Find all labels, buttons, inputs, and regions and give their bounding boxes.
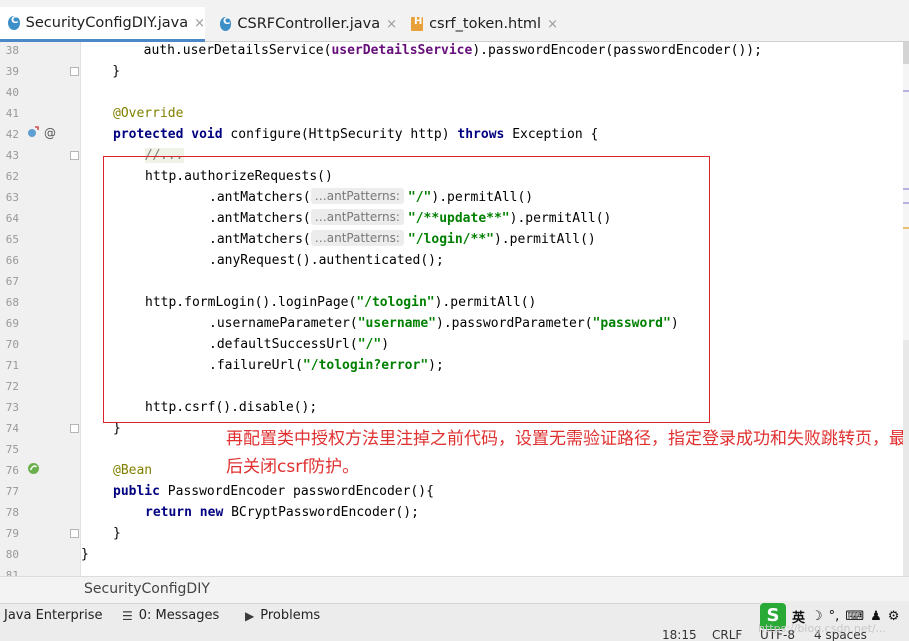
code-line-41: @Override — [113, 106, 184, 121]
line-number: 75 — [5, 443, 19, 456]
editor-tab-bar: SecurityConfigDIY.java × CSRFController.… — [0, 0, 909, 42]
line-number: 80 — [5, 548, 19, 561]
java-class-icon — [220, 16, 232, 31]
line-number: 38 — [5, 44, 19, 57]
tool-window-label: Java Enterprise — [4, 608, 103, 623]
code-line-43-folded[interactable]: //... — [145, 145, 185, 166]
code-line-39: } — [81, 64, 121, 79]
line-number: 39 — [5, 65, 19, 78]
close-tab-icon[interactable]: × — [386, 17, 397, 32]
code-line-76: @Bean — [113, 463, 153, 478]
scroll-thumb[interactable] — [903, 42, 909, 64]
line-number: 65 — [5, 233, 19, 246]
tool-window-java-enterprise[interactable]: Java Enterprise — [4, 608, 102, 623]
scroll-track[interactable] — [903, 340, 909, 576]
tool-window-problems[interactable]: ▶ Problems — [245, 608, 320, 623]
code-line-64: .antMatchers(…antPatterns: "/**update**")… — [209, 209, 612, 226]
line-number: 64 — [5, 212, 19, 225]
java-class-icon — [8, 15, 20, 30]
tab-label: CSRFController.java — [237, 16, 381, 32]
code-line-80: } — [81, 547, 89, 562]
line-number: 74 — [5, 422, 19, 435]
settings-icon[interactable]: ⚙ — [888, 609, 900, 624]
bean-icon[interactable] — [27, 462, 40, 475]
line-number: 63 — [5, 191, 19, 204]
line-number: 62 — [5, 170, 19, 183]
line-number: 78 — [5, 506, 19, 519]
editor-scrollbar[interactable] — [903, 42, 909, 576]
close-tab-icon[interactable]: × — [547, 17, 558, 32]
line-number: 70 — [5, 338, 19, 351]
line-number: 40 — [5, 86, 19, 99]
code-line-69: .usernameParameter("username").passwordP… — [209, 316, 679, 331]
fold-marker-icon[interactable] — [70, 67, 79, 76]
tab-csrf-controller[interactable]: CSRFController.java × — [212, 7, 397, 41]
close-tab-icon[interactable]: × — [194, 16, 205, 31]
watermark-text: https://blog.csdn.net/... — [758, 622, 887, 635]
code-line-79: } — [113, 526, 121, 541]
line-number: 68 — [5, 296, 19, 309]
line-number: 69 — [5, 317, 19, 330]
code-line-42: protected void configure(HttpSecurity ht… — [113, 127, 599, 142]
line-number: 42 — [5, 128, 19, 141]
line-number: 66 — [5, 254, 19, 267]
code-line-63: .antMatchers(…antPatterns: "/").permitAll… — [209, 188, 534, 205]
line-number: 76 — [5, 464, 19, 477]
at-annotation-icon[interactable]: @ — [44, 126, 56, 140]
tab-label: csrf_token.html — [429, 16, 542, 32]
fold-marker-icon[interactable] — [70, 424, 79, 433]
error-stripe-mark[interactable] — [903, 90, 909, 92]
line-number: 43 — [5, 149, 19, 162]
tab-label: SecurityConfigDIY.java — [25, 15, 189, 31]
html-file-icon — [411, 16, 424, 31]
tool-window-label: Problems — [260, 608, 321, 623]
code-line-38: auth.userDetailsService(userDetailsServi… — [81, 43, 762, 58]
line-number: 73 — [5, 401, 19, 414]
code-line-68: http.formLogin().loginPage("/tologin").p… — [145, 295, 537, 310]
code-line-73: http.csrf().disable(); — [145, 400, 318, 415]
code-line-78: return new BCryptPasswordEncoder(); — [145, 505, 419, 520]
tool-window-label: 0: Messages — [138, 608, 220, 623]
tab-csrf-token-html[interactable]: csrf_token.html × — [403, 7, 558, 41]
fold-marker-icon[interactable] — [70, 151, 79, 160]
line-separator[interactable]: CRLF — [712, 629, 742, 641]
annotation-note: 再配置类中授权方法里注掉之前代码，设置无需验证路径，指定登录成功和失败跳转页，最… — [226, 429, 903, 477]
line-number: 81 — [5, 569, 19, 576]
line-number: 41 — [5, 107, 19, 120]
tool-window-messages[interactable]: ☰ 0: Messages — [122, 608, 219, 623]
code-editor[interactable]: auth.userDetailsService(userDetailsServi… — [81, 42, 903, 576]
code-line-71: .failureUrl("/tologin?error"); — [209, 358, 444, 373]
line-number: 71 — [5, 359, 19, 372]
error-stripe-mark[interactable] — [903, 202, 909, 204]
warning-stripe-mark[interactable] — [903, 227, 909, 229]
code-line-74: } — [113, 421, 121, 436]
fold-marker-icon[interactable] — [70, 529, 79, 538]
tab-security-config[interactable]: SecurityConfigDIY.java × — [0, 7, 205, 42]
code-line-77: public PasswordEncoder passwordEncoder()… — [113, 484, 434, 499]
error-stripe-mark[interactable] — [903, 188, 909, 190]
editor-gutter: 38 39 40 41 42 43 62 63 64 65 66 67 68 6… — [0, 42, 81, 576]
line-number: 72 — [5, 380, 19, 393]
code-line-62: http.authorizeRequests() — [145, 169, 333, 184]
breadcrumb: SecurityConfigDIY — [0, 576, 909, 603]
line-number: 67 — [5, 275, 19, 288]
caret-position[interactable]: 18:15 — [662, 629, 697, 641]
line-number: 77 — [5, 485, 19, 498]
line-number: 79 — [5, 527, 19, 540]
code-line-66: .anyRequest().authenticated(); — [209, 253, 444, 268]
override-icon[interactable] — [27, 126, 39, 138]
code-line-65: .antMatchers(…antPatterns: "/login/**").p… — [209, 230, 596, 247]
messages-icon: ☰ — [122, 608, 133, 623]
problems-icon: ▶ — [245, 608, 255, 623]
breadcrumb-class[interactable]: SecurityConfigDIY — [84, 581, 210, 597]
code-line-70: .defaultSuccessUrl("/") — [209, 337, 390, 352]
